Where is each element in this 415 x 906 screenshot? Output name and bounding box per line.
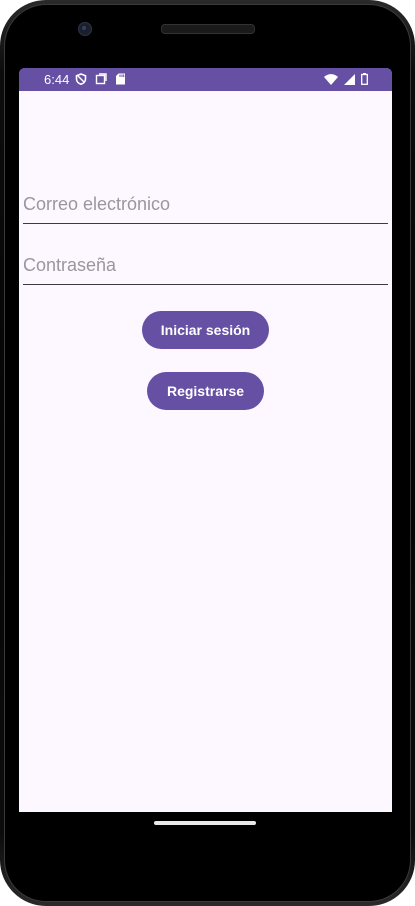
- earpiece-speaker: [161, 24, 255, 34]
- status-bar: 6:44: [19, 68, 392, 91]
- battery-icon: [361, 73, 368, 85]
- phone-frame: 6:44 Correo electrónico Iniciar sesión R…: [0, 0, 415, 906]
- status-time: 6:44: [44, 72, 70, 87]
- front-camera: [78, 22, 92, 36]
- password-input[interactable]: [23, 250, 388, 280]
- screen-record-icon: [95, 73, 107, 85]
- shield-icon: [75, 73, 87, 85]
- app-screen: 6:44 Correo electrónico Iniciar sesión R…: [19, 68, 392, 812]
- sd-card-icon: [116, 73, 125, 85]
- email-input[interactable]: [23, 189, 388, 219]
- gesture-nav-handle[interactable]: [154, 821, 256, 825]
- wifi-icon: [324, 73, 338, 85]
- register-button[interactable]: Registrarse: [147, 372, 264, 410]
- status-system-icons: [324, 73, 368, 85]
- email-field: [23, 189, 388, 224]
- login-button[interactable]: Iniciar sesión: [142, 311, 269, 349]
- password-field: [23, 250, 388, 285]
- cell-signal-icon: [344, 73, 355, 85]
- status-notification-icons: [75, 73, 126, 85]
